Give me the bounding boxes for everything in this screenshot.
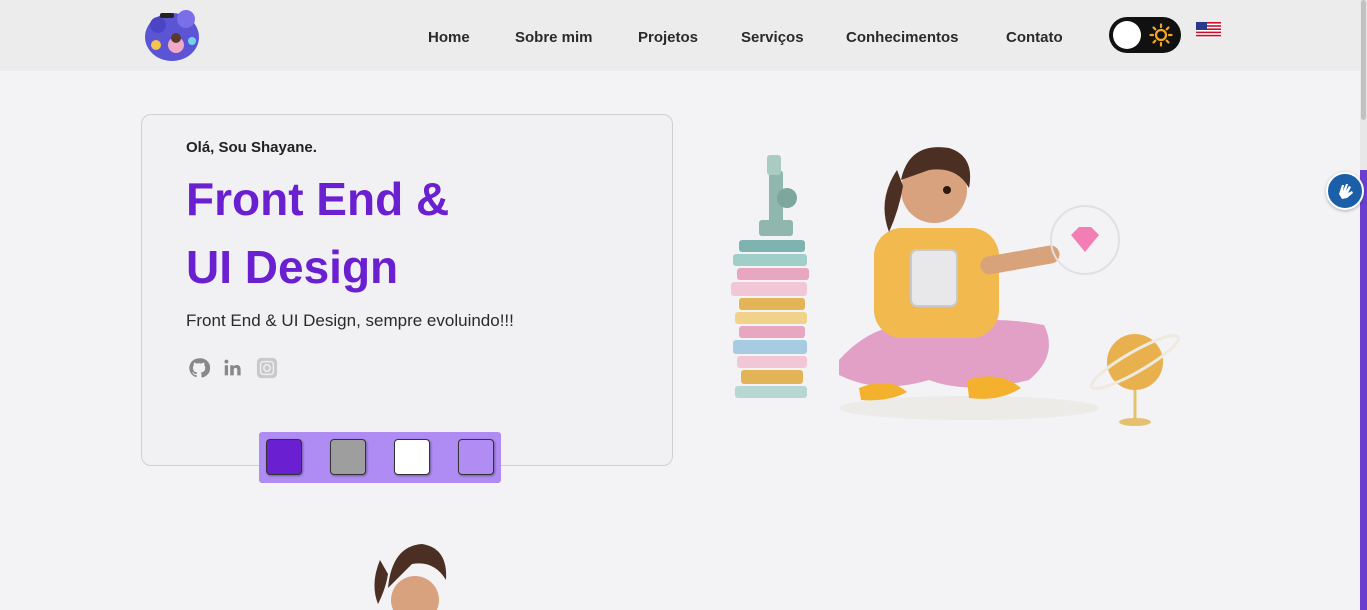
nav-sobre-mim[interactable]: Sobre mim (515, 29, 593, 46)
greeting: Olá, Sou Shayane. (186, 139, 317, 156)
color-palette (259, 432, 501, 483)
social-links (188, 357, 278, 379)
sun-icon (1149, 23, 1173, 47)
us-flag-icon[interactable] (1196, 22, 1221, 38)
hero-subtitle: Front End & UI Design, sempre evoluindo!… (186, 311, 514, 330)
swatch-gray[interactable] (330, 439, 366, 475)
microscope (759, 155, 797, 236)
logo[interactable] (142, 5, 204, 63)
books-stack (731, 240, 809, 398)
planet (1089, 334, 1181, 426)
toggle-knob (1113, 21, 1141, 49)
instagram-icon[interactable] (256, 357, 278, 379)
swatch-white[interactable] (394, 439, 430, 475)
scrollbar-thumb[interactable] (1361, 0, 1366, 120)
person (839, 147, 1060, 401)
secondary-illustration (374, 544, 447, 610)
hero-title-line-2: UI Design (186, 241, 399, 293)
linkedin-icon[interactable] (222, 357, 244, 379)
theme-toggle[interactable] (1109, 17, 1181, 53)
hero-illustration (731, 147, 1181, 426)
nav-servicos[interactable]: Serviços (741, 29, 804, 46)
nav-conhecimentos[interactable]: Conhecimentos (846, 29, 959, 46)
navbar: Home Sobre mim Projetos Serviços Conheci… (0, 0, 1360, 71)
hero-title-line-1: Front End & (186, 173, 450, 225)
github-icon[interactable] (188, 357, 210, 379)
hero-title: Front End & UI Design (186, 165, 606, 301)
side-accent (1360, 170, 1367, 610)
swatch-lilac[interactable] (458, 439, 494, 475)
nav-contato[interactable]: Contato (1006, 29, 1063, 46)
nav-home[interactable]: Home (428, 29, 470, 46)
swatch-purple[interactable] (266, 439, 302, 475)
sign-language-icon (1339, 184, 1353, 199)
accessibility-button[interactable] (1326, 172, 1364, 210)
nav-projetos[interactable]: Projetos (638, 29, 698, 46)
